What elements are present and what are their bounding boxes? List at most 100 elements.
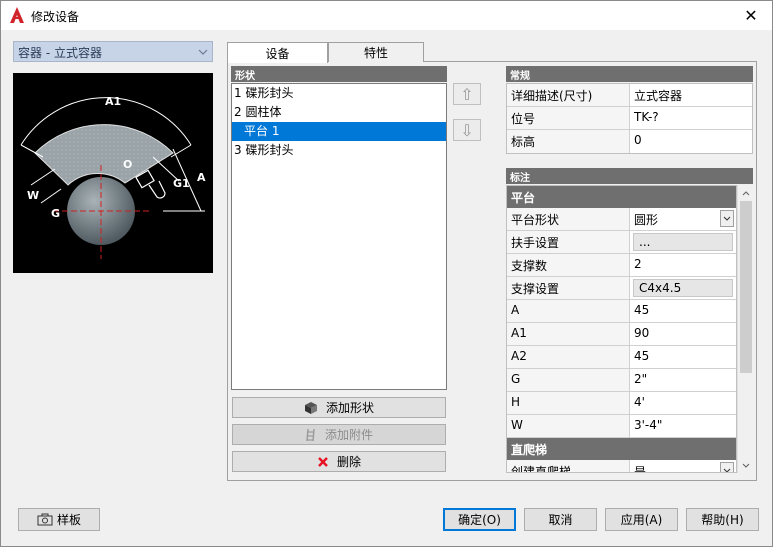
ladder-icon [306,428,315,441]
prop-label: 位号 [507,107,630,129]
table-row: 支撑数 2 [507,254,736,277]
label-g1: G1 [173,177,190,190]
add-attachment-button: 添加附件 [232,424,446,445]
label-o: O [123,158,132,171]
scroll-thumb[interactable] [740,201,752,373]
close-icon: ✕ [744,6,758,25]
prop-label: 平台形状 [507,208,630,230]
h-field[interactable]: 4' [630,392,736,414]
a2-field[interactable]: 45 [630,346,736,368]
annotation-scrollbar[interactable] [737,185,753,473]
ladder-section-header: 直爬梯 [507,438,736,460]
autocad-logo-icon [10,7,24,23]
cancel-label: 取消 [548,513,573,527]
move-up-button[interactable]: ⇧ [453,83,481,105]
prop-label: A2 [507,346,630,368]
prop-label: 支撑设置 [507,277,630,299]
list-item[interactable]: 3 碟形封头 [232,141,446,160]
create-ladder-select[interactable]: 是 [630,460,736,473]
create-ladder-value: 是 [634,465,647,473]
platform-section-header: 平台 [507,186,736,208]
prop-label: A [507,300,630,322]
delete-x-icon [318,456,328,467]
label-w: W [27,189,39,202]
title-bar: 修改设备 ✕ [1,1,772,30]
label-g: G [51,207,60,220]
apply-button[interactable]: 应用(A) [605,508,678,531]
move-down-button[interactable]: ⇩ [453,119,481,141]
general-header: 常规 [506,66,753,82]
equipment-type-value: 容器 - 立式容器 [18,46,102,60]
platform-shape-select[interactable]: 圆形 [630,208,736,230]
platform-shape-value: 圆形 [634,213,659,227]
elevation-field[interactable]: 0 [630,130,752,153]
help-label: 帮助(H) [701,513,744,527]
table-row: A2 45 [507,346,736,369]
list-item[interactable]: 1 碟形封头 [232,84,446,103]
chevron-down-icon [720,462,734,472]
tag-field[interactable]: TK-? [630,107,752,129]
delete-label: 删除 [336,455,361,469]
tab-properties[interactable]: 特性 [328,42,424,62]
w-field[interactable]: 3'-4" [630,415,736,437]
annotation-properties-table: 平台 平台形状 圆形 扶手设置 ... 支撑数 2 支撑设置 C4x4.5 A … [506,185,737,473]
scroll-up-icon[interactable] [738,185,754,201]
a-field[interactable]: 45 [630,300,736,322]
chevron-down-icon [194,42,212,61]
prop-label: W [507,415,630,437]
window-title: 修改设备 [31,10,80,24]
list-item[interactable]: 2 圆柱体 [232,103,446,122]
table-row: W 3'-4" [507,415,736,438]
chevron-down-icon [720,210,734,227]
prop-label: 详细描述(尺寸) [507,84,630,106]
prop-label: 扶手设置 [507,231,630,253]
tab-properties-label: 特性 [363,46,388,60]
equipment-type-combo: 容器 - 立式容器 [13,41,213,62]
prop-label: A1 [507,323,630,345]
add-attachment-label: 添加附件 [324,428,373,442]
ok-label: 确定(O) [458,513,501,527]
table-row: 详细描述(尺寸) 立式容器 [507,84,752,107]
prop-label: G [507,369,630,391]
table-row: 位号 TK-? [507,107,752,130]
support-settings-button[interactable]: C4x4.5 [630,277,736,299]
g-field[interactable]: 2" [630,369,736,391]
tab-equipment[interactable]: 设备 [227,42,328,63]
table-row: A 45 [507,300,736,323]
cancel-button[interactable]: 取消 [524,508,597,531]
label-a: A [197,171,206,184]
table-row: 创建直爬梯 是 [507,460,736,473]
close-button[interactable]: ✕ [731,1,771,30]
template-button[interactable]: 样板 [18,508,100,531]
shape-list[interactable]: 1 碟形封头 2 圆柱体 平台 1 3 碟形封头 [231,83,447,390]
list-item-selected[interactable]: 平台 1 [232,122,446,141]
prop-label: 创建直爬梯 [507,460,630,472]
general-properties-table: 详细描述(尺寸) 立式容器 位号 TK-? 标高 0 [506,83,753,154]
prop-label: 标高 [507,130,630,153]
support-settings-value: C4x4.5 [633,279,733,297]
template-label: 样板 [56,513,81,527]
tab-equipment-label: 设备 [265,46,290,61]
railing-settings-button[interactable]: ... [630,231,736,253]
arrow-up-icon: ⇧ [460,84,474,104]
prop-label: H [507,392,630,414]
a1-field[interactable]: 90 [630,323,736,345]
equipment-preview-image: A1 O W G G1 A [13,73,213,273]
table-row: 扶手设置 ... [507,231,736,254]
scroll-down-icon[interactable] [738,457,754,473]
table-row: 标高 0 [507,130,752,153]
annotation-header: 标注 [506,168,753,184]
table-row: 平台形状 圆形 [507,208,736,231]
cube-icon [304,401,317,414]
table-row: H 4' [507,392,736,415]
arrow-down-icon: ⇩ [460,120,474,140]
table-row: 支撑设置 C4x4.5 [507,277,736,300]
delete-button[interactable]: 删除 [232,451,446,472]
add-shape-label: 添加形状 [325,401,374,415]
platform-diagram: A1 O W G G1 A [20,95,206,259]
ok-button[interactable]: 确定(O) [443,508,516,531]
description-field[interactable]: 立式容器 [630,84,752,106]
add-shape-button[interactable]: 添加形状 [232,397,446,418]
help-button[interactable]: 帮助(H) [686,508,759,531]
support-count-field[interactable]: 2 [630,254,736,276]
